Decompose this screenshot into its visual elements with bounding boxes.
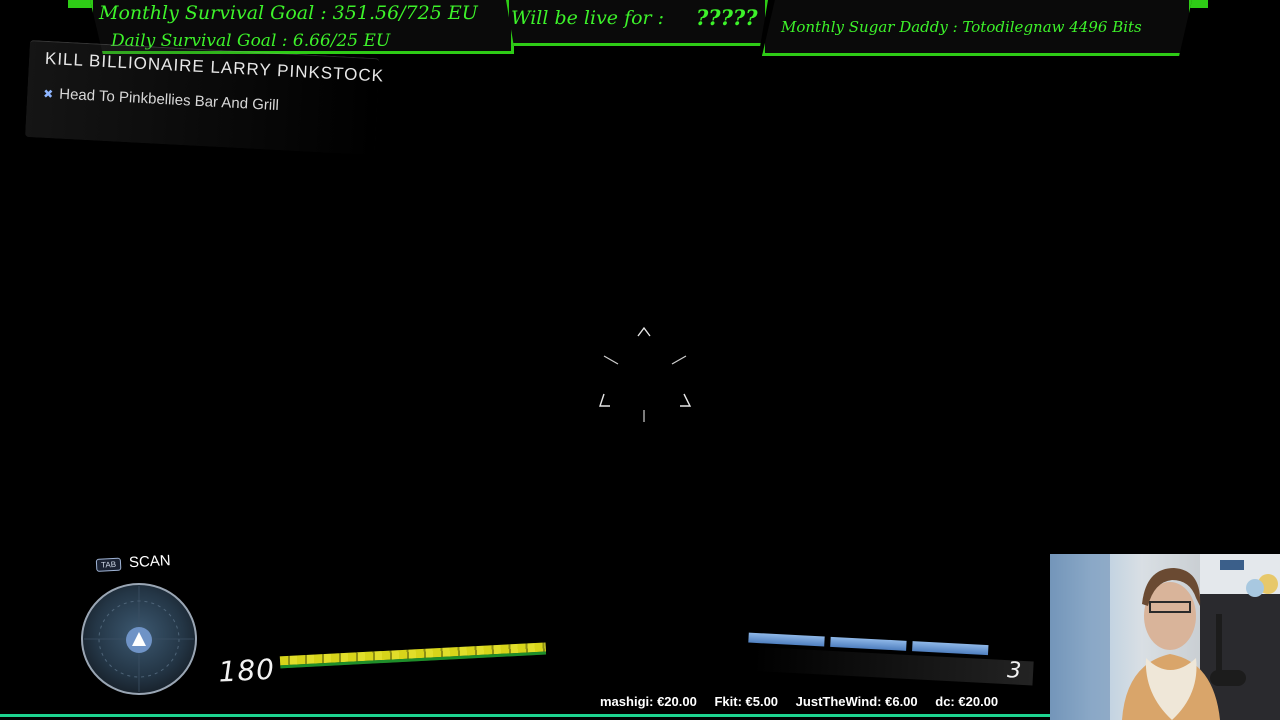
stream-goal-bar: Monthly Survival Goal : 351.56/725 EU Da… bbox=[68, 0, 1208, 56]
streamer-silhouette bbox=[1050, 554, 1280, 720]
crosshair-icon bbox=[599, 326, 692, 422]
health-bar: 180 bbox=[209, 622, 552, 700]
scan-hint: TAB SCAN bbox=[95, 552, 172, 573]
live-timer-label: Will be live for : bbox=[511, 7, 665, 29]
radar-minimap bbox=[81, 583, 197, 695]
health-value: 180 bbox=[217, 652, 276, 689]
ticker-item: JustTheWind: €6.00 bbox=[795, 694, 918, 709]
player-arrow-icon bbox=[126, 627, 152, 653]
health-fill bbox=[279, 642, 547, 669]
waypoint-icon: ✖ bbox=[42, 86, 54, 102]
ammo-segment bbox=[748, 632, 825, 647]
ammo-segments bbox=[745, 626, 1045, 656]
live-timer-value: ????? bbox=[696, 5, 758, 30]
scan-label: SCAN bbox=[128, 552, 172, 572]
quest-tracker: KILL BILLIONAIRE LARRY PINKSTOCK ✖ Head T… bbox=[24, 40, 390, 159]
ammo-value: 3 bbox=[1006, 658, 1022, 684]
ticker-item: mashigi: €20.00 bbox=[600, 694, 697, 709]
webcam-feed bbox=[1050, 554, 1280, 720]
ticker-item: Fkit: €5.00 bbox=[714, 694, 779, 709]
monthly-sugar-daddy: Monthly Sugar Daddy : Totodilegnaw 4496 … bbox=[781, 18, 1142, 36]
tab-key-icon: TAB bbox=[95, 557, 122, 572]
monthly-survival-goal: Monthly Survival Goal : 351.56/725 EU bbox=[99, 2, 478, 24]
ammo-segment bbox=[912, 641, 989, 656]
ammo-bar: 3 bbox=[742, 626, 1044, 694]
ammo-segment bbox=[830, 636, 907, 651]
health-track bbox=[279, 642, 547, 669]
ammo-bar-base bbox=[752, 646, 1034, 686]
ticker-item: dc: €20.00 bbox=[935, 694, 999, 709]
donation-ticker: mashigi: €20.00 Fkit: €5.00 JustTheWind:… bbox=[600, 694, 1012, 714]
